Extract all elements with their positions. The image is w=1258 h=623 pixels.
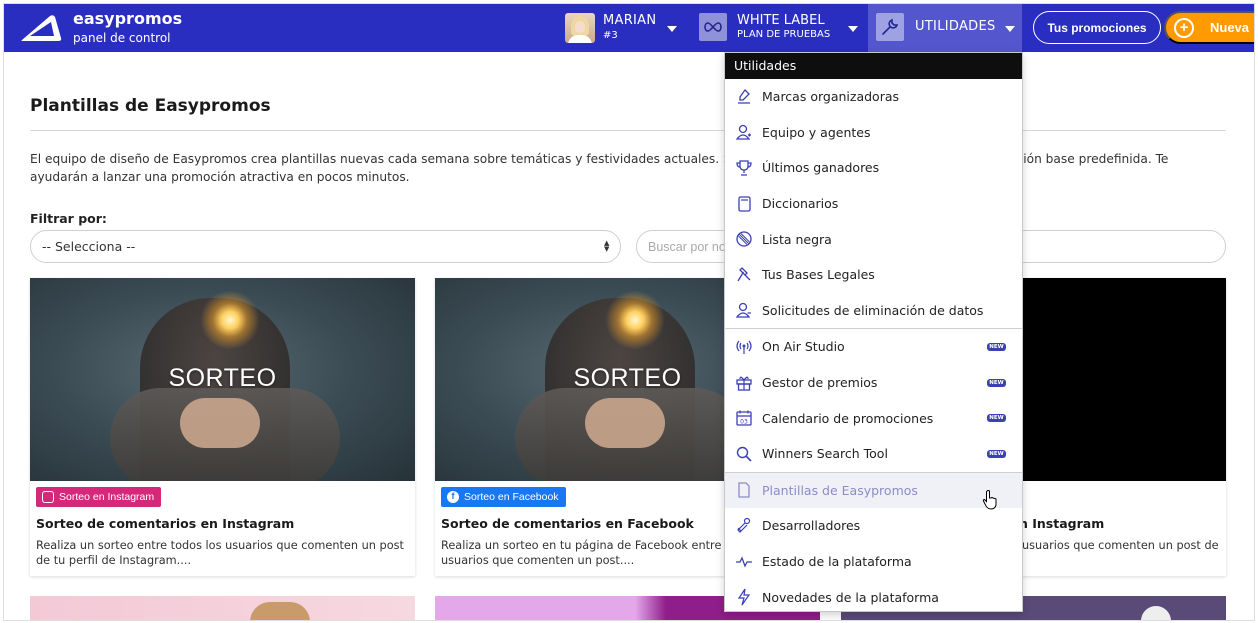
menu-item-label: Desarrolladores (762, 518, 861, 534)
menu-item-label: On Air Studio (762, 339, 845, 355)
user-id: #3 (603, 30, 618, 41)
dictionary-icon (734, 194, 754, 214)
menu-item-desarrolladores[interactable]: Desarrolladores (725, 508, 1022, 544)
chevron-down-icon (667, 26, 677, 32)
instagram-icon (42, 491, 54, 503)
template-thumbnail[interactable] (30, 596, 415, 620)
new-promotion-button[interactable]: + Nueva (1164, 11, 1254, 44)
lightning-icon (734, 587, 754, 607)
menu-item-bases-legales[interactable]: Tus Bases Legales (725, 257, 1022, 293)
menu-item-label: Winners Search Tool (762, 446, 888, 462)
menu-item-winners-search-tool[interactable]: Winners Search Tool NEW (725, 436, 1022, 472)
divider (30, 130, 1226, 131)
chevron-down-icon (848, 26, 858, 32)
dropdown-header: Utilidades (725, 53, 1022, 79)
page-title: Plantillas de Easypromos (30, 96, 271, 116)
broadcast-icon (734, 337, 754, 357)
utilities-dropdown: Utilidades Marcas organizadoras Equipo y… (724, 52, 1023, 612)
new-badge: NEW (987, 343, 1006, 352)
menu-item-label: Calendario de promociones (762, 410, 934, 426)
menu-item-label: Equipo y agentes (762, 124, 871, 140)
menu-item-plantillas-easypromos[interactable]: Plantillas de Easypromos (725, 472, 1022, 509)
menu-item-equipo-agentes[interactable]: Equipo y agentes (725, 115, 1022, 151)
account-name: WHITE LABEL (737, 13, 825, 28)
chevron-down-icon (1005, 26, 1015, 32)
menu-item-label: Solicitudes de eliminación de datos (762, 302, 984, 318)
card-title[interactable]: Sorteo de comentarios en Instagram (36, 516, 294, 531)
menu-item-gestor-premios[interactable]: Gestor de premios NEW (725, 365, 1022, 401)
filter-select[interactable]: -- Selecciona -- ▲ ▼ (30, 230, 621, 263)
template-card[interactable]: SORTEO Sorteo en Instagram Sorteo de com… (30, 278, 415, 576)
menu-item-ultimos-ganadores[interactable]: Últimos ganadores (725, 150, 1022, 186)
account-menu[interactable]: WHITE LABEL PLAN DE PRUEBAS (693, 4, 865, 52)
gavel-icon (734, 265, 754, 285)
template-thumbnail[interactable]: SORTEO (30, 278, 415, 481)
search-icon (734, 444, 754, 464)
facebook-icon: f (447, 491, 459, 503)
app-frame: easypromos panel de control MARIAN #3 WH… (3, 3, 1255, 621)
blacklist-icon (734, 229, 754, 249)
new-badge: NEW (987, 378, 1006, 387)
menu-item-label: Gestor de premios (762, 375, 878, 391)
menu-item-label: Últimos ganadores (762, 160, 880, 176)
user-delete-icon (734, 300, 754, 320)
hand-cursor-icon (982, 490, 997, 510)
facebook-badge: f Sorteo en Facebook (441, 487, 566, 507)
brand: easypromos panel de control (73, 10, 182, 46)
utilities-menu[interactable]: UTILIDADES (868, 4, 1022, 52)
easypromos-logo-icon[interactable] (20, 14, 62, 42)
account-plan: PLAN DE PRUEBAS (737, 29, 831, 40)
brand-name: easypromos (73, 9, 183, 28)
menu-item-novedades-plataforma[interactable]: Novedades de la plataforma (725, 579, 1022, 615)
gift-icon (734, 373, 754, 393)
pulse-icon (734, 552, 754, 572)
new-badge: NEW (987, 414, 1006, 423)
thumbnail-text: SORTEO (168, 364, 277, 392)
utilities-label: UTILIDADES (915, 19, 996, 34)
card-description: usuarios que comenten un post de (1022, 539, 1219, 552)
intro-text: El equipo de diseño de Easypromos crea p… (30, 152, 1169, 184)
badge-label: Sorteo en Facebook (464, 491, 559, 503)
card-title[interactable]: Sorteo de comentarios en Facebook (441, 516, 694, 531)
wrench-icon (876, 13, 904, 41)
menu-item-label: Lista negra (762, 231, 832, 247)
brand-subtitle: panel de control (73, 31, 171, 45)
card-description: Realiza un sorteo entre todos los usuari… (36, 539, 404, 567)
menu-item-on-air-studio[interactable]: On Air Studio NEW (725, 329, 1022, 365)
stamp-icon (734, 87, 754, 107)
infinity-icon (699, 13, 727, 41)
menu-item-label: Diccionarios (762, 196, 839, 212)
calendar-day: 03 (740, 419, 748, 426)
select-arrows-icon: ▲ ▼ (604, 239, 610, 253)
user-name: MARIAN (603, 13, 657, 28)
new-badge: NEW (987, 449, 1006, 458)
avatar (565, 13, 595, 43)
badge-label: Sorteo en Instagram (59, 491, 155, 503)
filter-select-value: -- Selecciona -- (42, 239, 136, 254)
plus-icon: + (1174, 17, 1194, 38)
team-icon (734, 122, 754, 142)
menu-item-label: Plantillas de Easypromos (762, 482, 918, 498)
card-title[interactable]: n Instagram (1019, 516, 1104, 531)
menu-item-diccionarios[interactable]: Diccionarios (725, 186, 1022, 222)
top-navbar: easypromos panel de control MARIAN #3 WH… (4, 4, 1254, 52)
my-promotions-button[interactable]: Tus promociones (1033, 11, 1161, 44)
new-promotion-label: Nueva (1210, 20, 1250, 35)
menu-item-estado-plataforma[interactable]: Estado de la plataforma (725, 544, 1022, 580)
menu-item-label: Marcas organizadoras (762, 89, 899, 105)
trophy-icon (734, 158, 754, 178)
calendar-icon: 03 (734, 408, 754, 428)
instagram-badge: Sorteo en Instagram (36, 487, 162, 507)
user-menu[interactable]: MARIAN #3 (563, 12, 687, 44)
menu-item-calendario-promociones[interactable]: 03 Calendario de promociones NEW (725, 400, 1022, 436)
menu-item-marcas-organizadoras[interactable]: Marcas organizadoras (725, 79, 1022, 115)
menu-item-solicitudes-eliminacion[interactable]: Solicitudes de eliminación de datos (725, 293, 1022, 329)
menu-item-label: Tus Bases Legales (762, 267, 875, 283)
menu-item-label: Novedades de la plataforma (762, 589, 939, 605)
menu-item-label: Estado de la plataforma (762, 554, 912, 570)
document-icon (734, 480, 754, 500)
menu-item-lista-negra[interactable]: Lista negra (725, 221, 1022, 257)
filter-label: Filtrar por: (30, 211, 107, 226)
developer-icon (734, 516, 754, 536)
